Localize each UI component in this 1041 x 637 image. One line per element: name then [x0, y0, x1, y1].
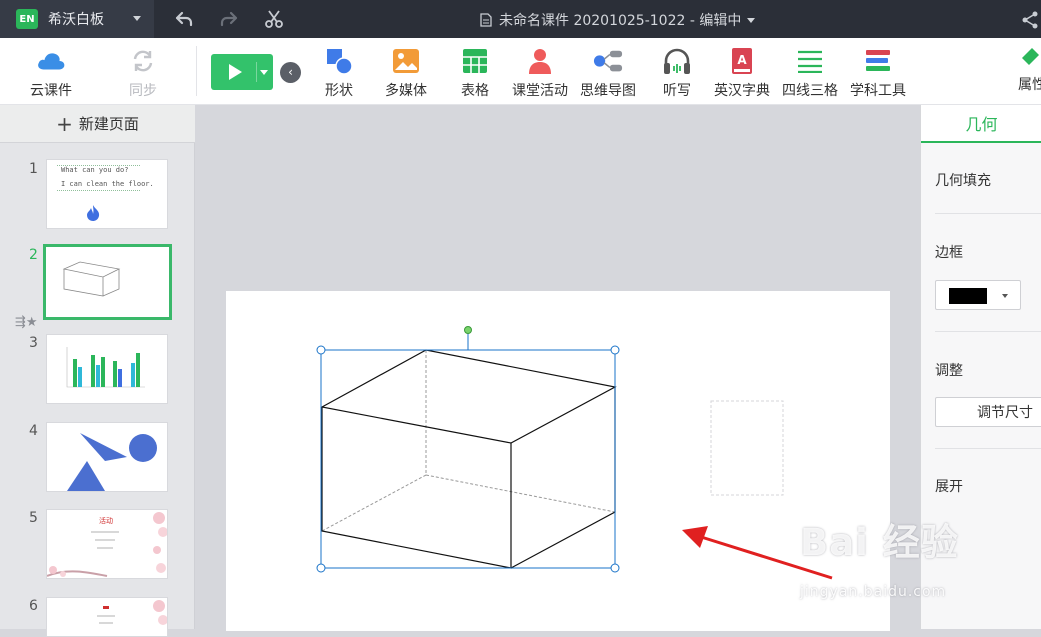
- tool-shape[interactable]: 形状: [324, 46, 354, 100]
- resize-button-label: 调节尺寸: [977, 405, 1033, 421]
- shape-icon: [324, 46, 354, 76]
- start-class-button[interactable]: [211, 54, 273, 90]
- four-lines-icon: [795, 46, 825, 76]
- slide-text: I can clean the floor.: [61, 180, 154, 188]
- watermark-url: jingyan.baidu.com: [800, 584, 947, 600]
- slide-title: 活动: [99, 517, 113, 525]
- slide-number: 2: [29, 247, 38, 263]
- divider: [935, 213, 1041, 214]
- slide-number: 1: [29, 161, 38, 177]
- properties-toggle[interactable]: 属性: [1018, 44, 1041, 100]
- app-menu-button[interactable]: EN 希沃白板: [0, 0, 154, 38]
- slide-thumbnail-5[interactable]: 活动: [46, 509, 168, 579]
- tool-media-label: 多媒体: [385, 83, 427, 99]
- document-title-text: 未命名课件 20201025-1022 - 编辑中: [499, 13, 742, 29]
- shapes-thumbnail: [67, 433, 157, 491]
- adjust-label: 调整: [935, 363, 963, 379]
- border-color-picker[interactable]: [935, 280, 1021, 310]
- cloud-icon: [36, 46, 66, 76]
- plus-icon: +: [56, 111, 73, 136]
- expand-label[interactable]: 展开: [935, 476, 963, 496]
- cuboid-thumbnail: [62, 261, 121, 297]
- properties-label: 属性: [1018, 77, 1041, 93]
- slide-number: 3: [29, 335, 38, 351]
- media-icon: [391, 46, 421, 76]
- slide-text: What can you do?: [61, 166, 129, 174]
- svg-text:A: A: [737, 53, 747, 67]
- class-activity-icon: [525, 46, 555, 76]
- document-icon: [480, 13, 492, 27]
- subject-tools-icon: [863, 46, 893, 76]
- watermark-logo: Bai 经验: [800, 521, 959, 564]
- scissors-icon[interactable]: [264, 9, 284, 29]
- tab-geometry[interactable]: 几何: [921, 105, 1041, 143]
- mind-map-icon: [593, 46, 623, 76]
- tool-mind-map[interactable]: 思维导图: [580, 46, 636, 100]
- cloud-courseware-button[interactable]: 云课件: [30, 46, 72, 100]
- play-icon: [229, 64, 242, 80]
- eraser-icon: [1022, 48, 1039, 65]
- tool-table[interactable]: 表格: [460, 46, 490, 100]
- chevron-down-icon: [1002, 294, 1008, 298]
- tool-four-lines-label: 四线三格: [782, 83, 838, 99]
- tool-four-lines[interactable]: 四线三格: [782, 46, 838, 100]
- blossom-decoration: [97, 600, 167, 625]
- geometry-fill-label[interactable]: 几何填充: [935, 170, 991, 190]
- collapse-left-icon[interactable]: ‹: [280, 62, 301, 83]
- rotate-handle[interactable]: [464, 326, 472, 334]
- divider: [935, 448, 1041, 449]
- border-color-swatch: [949, 288, 987, 304]
- slide-thumbnail-3[interactable]: [46, 334, 168, 404]
- slide-number: 4: [29, 423, 38, 439]
- border-label: 边框: [935, 245, 963, 261]
- flame-icon: [87, 205, 100, 221]
- tool-shape-label: 形状: [325, 83, 353, 99]
- headphones-icon: [662, 46, 692, 76]
- slide-thumbnail-2[interactable]: [43, 244, 172, 320]
- app-name: 希沃白板: [48, 12, 104, 28]
- tool-class-activity-label: 课堂活动: [512, 83, 568, 99]
- bar-chart-thumbnail: [66, 347, 145, 388]
- slide-list-panel: + 新建页面 1 What can you do? I can clean th…: [0, 105, 195, 637]
- divider: [935, 331, 1041, 332]
- resize-button[interactable]: 调节尺寸: [935, 397, 1041, 427]
- sync-label: 同步: [129, 83, 157, 99]
- slide-number: 6: [29, 598, 38, 614]
- tool-class-activity[interactable]: 课堂活动: [512, 46, 568, 100]
- tool-dictation-label: 听写: [663, 83, 691, 99]
- button-divider: [256, 62, 257, 82]
- undo-icon[interactable]: [174, 9, 194, 29]
- tool-table-label: 表格: [461, 83, 489, 99]
- tool-dictation[interactable]: 听写: [662, 46, 692, 100]
- title-bar: EN 希沃白板 未命名课件 20201025-1022 - 编辑中: [0, 0, 1041, 38]
- new-page-button[interactable]: + 新建页面: [0, 105, 195, 143]
- tool-subject-tools-label: 学科工具: [850, 83, 906, 99]
- new-page-label: 新建页面: [78, 115, 139, 133]
- star-icon[interactable]: ⇶★: [15, 315, 38, 330]
- document-title[interactable]: 未命名课件 20201025-1022 - 编辑中: [480, 10, 756, 30]
- table-icon: [460, 46, 490, 76]
- tool-media[interactable]: 多媒体: [385, 46, 427, 100]
- redo-icon[interactable]: [219, 9, 239, 29]
- share-icon[interactable]: [1020, 10, 1040, 30]
- sync-icon: [128, 46, 158, 76]
- tool-dictionary-label: 英汉字典: [714, 83, 770, 99]
- cloud-courseware-label: 云课件: [30, 83, 72, 99]
- slide-thumbnail-1[interactable]: What can you do? I can clean the floor.: [46, 159, 168, 229]
- chevron-down-icon: [747, 17, 756, 23]
- toolbar-divider: [196, 46, 197, 96]
- slide-thumbnail-4[interactable]: [46, 422, 168, 492]
- dictionary-icon: A: [727, 46, 757, 76]
- tool-subject-tools[interactable]: 学科工具: [850, 46, 906, 100]
- slide-thumbnail-6[interactable]: [46, 597, 168, 637]
- chevron-down-icon: [260, 70, 268, 75]
- slide-number: 5: [29, 510, 38, 526]
- chevron-down-icon: [133, 16, 141, 21]
- tool-mind-map-label: 思维导图: [580, 83, 636, 99]
- sync-button[interactable]: 同步: [128, 46, 158, 100]
- app-logo: EN: [16, 9, 38, 29]
- tool-dictionary[interactable]: A 英汉字典: [714, 46, 770, 100]
